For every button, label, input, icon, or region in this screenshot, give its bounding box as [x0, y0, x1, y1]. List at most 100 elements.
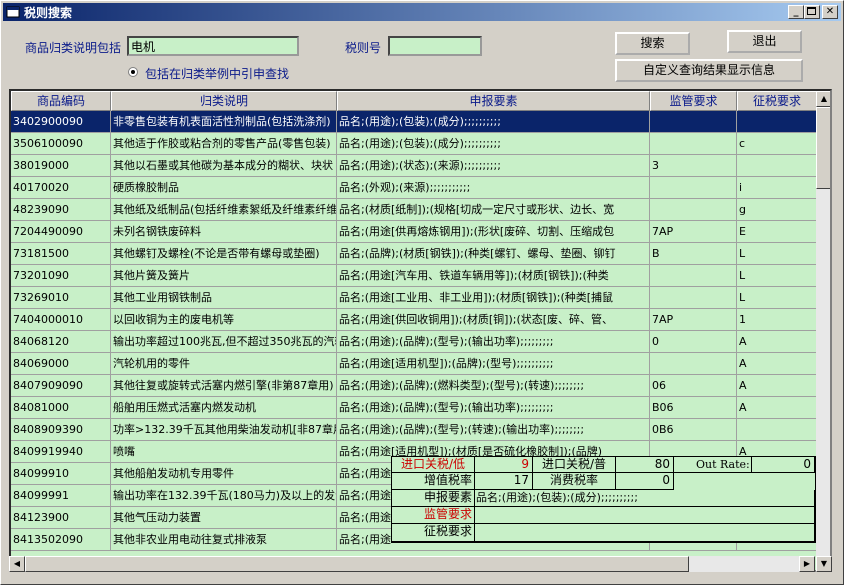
cell-code[interactable]: 8413502090 — [11, 529, 111, 551]
cell-levy[interactable] — [737, 155, 817, 177]
cell-description[interactable]: 其他往复或旋转式活塞内燃引擎(非第87章用) — [111, 375, 337, 397]
cell-levy[interactable]: A — [737, 353, 817, 375]
cell-code[interactable]: 7404000010 — [11, 309, 111, 331]
cell-code[interactable]: 73201090 — [11, 265, 111, 287]
col-header-desc[interactable]: 归类说明 — [111, 91, 337, 111]
table-row[interactable]: 73269010 其他工业用钢铁制品 品名;(用途[工业用、非工业用]);(材质[钢… — [11, 287, 817, 309]
col-header-levy[interactable]: 征税要求 — [737, 91, 817, 111]
cell-levy[interactable] — [737, 419, 817, 441]
cell-supervision[interactable]: 06 — [650, 375, 737, 397]
scroll-down-button[interactable]: ▼ — [816, 556, 832, 572]
cell-elements[interactable]: 品名;(用途);(品牌);(型号);(输出功率);;;;;;;;; — [337, 397, 650, 419]
cell-supervision[interactable] — [650, 111, 737, 133]
cell-description[interactable]: 其他非农业用电动往复式排液泵 — [111, 529, 337, 551]
scroll-right-button[interactable]: ▶ — [799, 556, 815, 572]
cell-levy[interactable]: A — [737, 375, 817, 397]
cell-code[interactable]: 84099910 — [11, 463, 111, 485]
table-row[interactable]: 8407909090 其他往复或旋转式活塞内燃引擎(非第87章用) 品名;(用途);… — [11, 375, 817, 397]
scroll-left-button[interactable]: ◀ — [9, 556, 25, 572]
cell-elements[interactable]: 品名;(用途[适用机型]);(品牌);(型号);;;;;;;;;; — [337, 353, 650, 375]
cell-levy[interactable]: c — [737, 133, 817, 155]
cell-elements[interactable]: 品名;(用途[供回收铜用]);(材质[铜]);(状态[废、碎、管、 — [337, 309, 650, 331]
cell-description[interactable]: 其他工业用钢铁制品 — [111, 287, 337, 309]
cell-elements[interactable]: 品名;(用途);(包装);(成分);;;;;;;;;; — [337, 111, 650, 133]
table-row[interactable]: 3506100090 其他适于作胶或粘合剂的零售产品(零售包装) 品名;(用途);(… — [11, 133, 817, 155]
cell-description[interactable]: 以回收铜为主的废电机等 — [111, 309, 337, 331]
cell-description[interactable]: 其他螺钉及螺栓(不论是否带有螺母或垫圈) — [111, 243, 337, 265]
close-button[interactable]: ✕ — [822, 5, 838, 19]
table-row[interactable]: 8408909390 功率>132.39千瓦其他用柴油发动机[非87章用] 品名;(… — [11, 419, 817, 441]
table-row[interactable]: 3402900090 非零售包装有机表面活性剂制品(包括洗涤剂) 品名;(用途);(… — [11, 111, 817, 133]
cell-supervision[interactable]: 0B6 — [650, 419, 737, 441]
cell-supervision[interactable] — [650, 199, 737, 221]
col-header-supervision[interactable]: 监管要求 — [650, 91, 737, 111]
cell-description[interactable]: 喷嘴 — [111, 441, 337, 463]
table-row[interactable]: 7404000010 以回收铜为主的废电机等 品名;(用途[供回收铜用]);(材质[… — [11, 309, 817, 331]
cell-levy[interactable]: L — [737, 287, 817, 309]
horizontal-scroll-thumb[interactable] — [25, 556, 689, 572]
cell-code[interactable]: 48239090 — [11, 199, 111, 221]
vertical-scrollbar[interactable]: ▲ — [816, 91, 830, 570]
cell-code[interactable]: 73269010 — [11, 287, 111, 309]
cell-elements[interactable]: 品名;(用途);(状态);(来源);;;;;;;;;; — [337, 155, 650, 177]
cell-code[interactable]: 84069000 — [11, 353, 111, 375]
table-row[interactable]: 38019000 其他以石墨或其他碳为基本成分的糊状、块状 品名;(用途);(状态)… — [11, 155, 817, 177]
extend-search-radio[interactable] — [128, 67, 138, 77]
cell-description[interactable]: 船舶用压燃式活塞内燃发动机 — [111, 397, 337, 419]
vertical-scroll-thumb[interactable] — [816, 107, 830, 189]
cell-code[interactable]: 3506100090 — [11, 133, 111, 155]
cell-code[interactable]: 3402900090 — [11, 111, 111, 133]
cell-description[interactable]: 其他以石墨或其他碳为基本成分的糊状、块状 — [111, 155, 337, 177]
cell-supervision[interactable] — [650, 287, 737, 309]
cell-levy[interactable]: L — [737, 243, 817, 265]
exit-button[interactable]: 退出 — [727, 30, 802, 53]
col-header-elements[interactable]: 申报要素 — [337, 91, 650, 111]
table-row[interactable]: 40170020 硬质橡胶制品 品名;(外观);(来源);;;;;;;;;;; i — [11, 177, 817, 199]
cell-elements[interactable]: 品名;(用途);(品牌);(型号);(输出功率);;;;;;;;; — [337, 331, 650, 353]
cell-elements[interactable]: 品名;(外观);(来源);;;;;;;;;;; — [337, 177, 650, 199]
cell-supervision[interactable]: 3 — [650, 155, 737, 177]
table-row[interactable]: 48239090其他纸及纸制品(包括纤维素絮纸及纤维素纤维网纸)品名;(材质[纸… — [11, 199, 817, 221]
cell-description[interactable]: 其他纸及纸制品(包括纤维素絮纸及纤维素纤维网纸) — [111, 199, 337, 221]
cell-code[interactable]: 40170020 — [11, 177, 111, 199]
cell-code[interactable]: 8408909390 — [11, 419, 111, 441]
cell-code[interactable]: 73181500 — [11, 243, 111, 265]
cell-levy[interactable]: g — [737, 199, 817, 221]
cell-description[interactable]: 未列名钢铁废碎料 — [111, 221, 337, 243]
cell-elements[interactable]: 品名;(用途);(品牌);(型号);(转速);(输出功率);;;;;;;; — [337, 419, 650, 441]
cell-levy[interactable]: i — [737, 177, 817, 199]
cell-supervision[interactable]: 7AP — [650, 221, 737, 243]
cell-elements[interactable]: 品名;(品牌);(材质[钢铁]);(种类[螺钉、螺母、垫圈、铆钉 — [337, 243, 650, 265]
table-row[interactable]: 73181500 其他螺钉及螺栓(不论是否带有螺母或垫圈) 品名;(品牌);(材质[… — [11, 243, 817, 265]
cell-levy[interactable]: L — [737, 265, 817, 287]
cell-supervision[interactable] — [650, 353, 737, 375]
cell-supervision[interactable]: 7AP — [650, 309, 737, 331]
cell-supervision[interactable] — [650, 177, 737, 199]
cell-supervision[interactable]: B — [650, 243, 737, 265]
cell-elements[interactable]: 品名;(用途[供再熔炼钢用]);(形状[废碎、切割、压缩成包 — [337, 221, 650, 243]
cell-description[interactable]: 输出功率超过100兆瓦,但不超过350兆瓦的汽轮机 — [111, 331, 337, 353]
cell-supervision[interactable] — [650, 133, 737, 155]
cell-levy[interactable]: E — [737, 221, 817, 243]
cell-elements[interactable]: 品名;(用途);(包装);(成分);;;;;;;;;; — [337, 133, 650, 155]
cell-levy[interactable]: A — [737, 397, 817, 419]
cell-code[interactable]: 38019000 — [11, 155, 111, 177]
cell-code[interactable]: 84081000 — [11, 397, 111, 419]
code-search-input[interactable] — [388, 36, 482, 56]
cell-code[interactable]: 84068120 — [11, 331, 111, 353]
cell-levy[interactable]: 1 — [737, 309, 817, 331]
cell-elements[interactable]: 品名;(用途[汽车用、铁道车辆用等]);(材质[钢铁]);(种类 — [337, 265, 650, 287]
table-row[interactable]: 73201090 其他片簧及簧片 品名;(用途[汽车用、铁道车辆用等]);(材质[钢… — [11, 265, 817, 287]
col-header-code[interactable]: 商品编码 — [11, 91, 111, 111]
minimize-button[interactable]: _ — [788, 5, 804, 19]
cell-description[interactable]: 其他气压动力装置 — [111, 507, 337, 529]
scroll-up-button[interactable]: ▲ — [816, 91, 830, 107]
cell-levy[interactable] — [737, 111, 817, 133]
cell-description[interactable]: 硬质橡胶制品 — [111, 177, 337, 199]
cell-code[interactable]: 84123900 — [11, 507, 111, 529]
search-button[interactable]: 搜索 — [615, 32, 690, 55]
cell-description[interactable]: 其他船舶发动机专用零件 — [111, 463, 337, 485]
cell-description[interactable]: 汽轮机用的零件 — [111, 353, 337, 375]
cell-description[interactable]: 其他片簧及簧片 — [111, 265, 337, 287]
table-row[interactable]: 84068120 输出功率超过100兆瓦,但不超过350兆瓦的汽轮机 品名;(用途)… — [11, 331, 817, 353]
